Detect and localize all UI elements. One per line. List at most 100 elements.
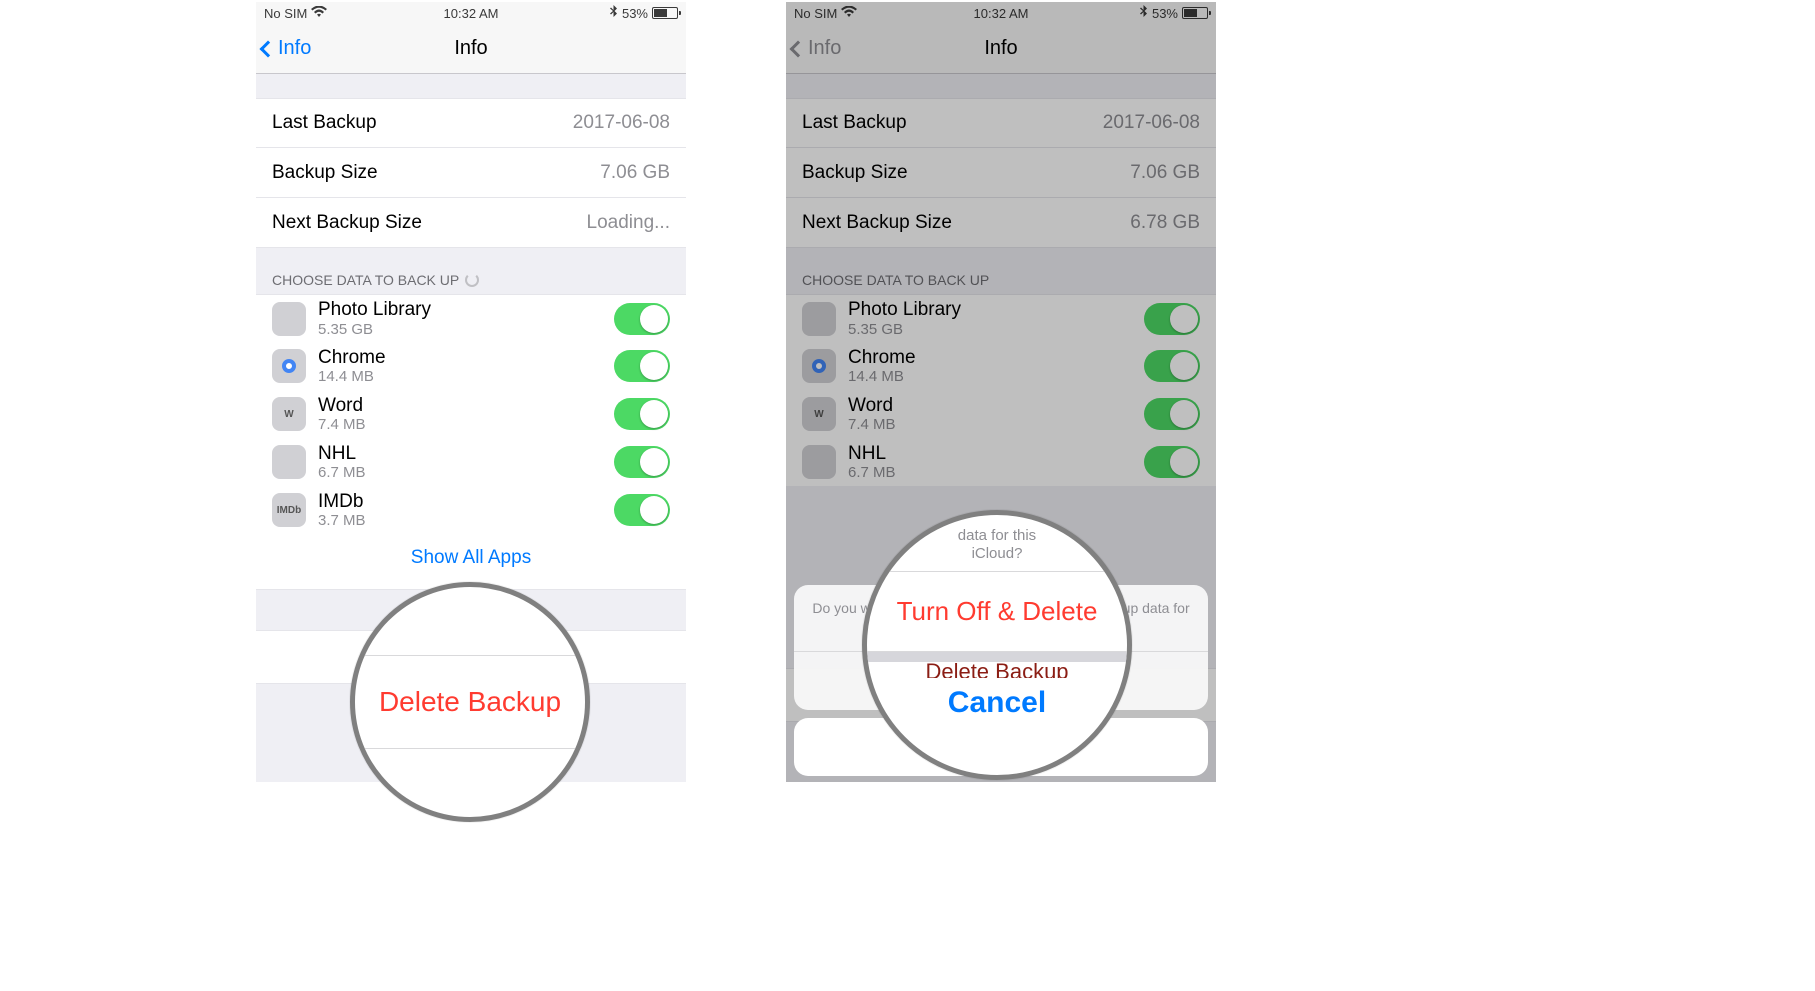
bluetooth-icon [1140, 5, 1148, 22]
app-size: 5.35 GB [318, 321, 614, 338]
page-title: Info [454, 37, 487, 60]
backup-size-row: Backup Size 7.06 GB [256, 148, 686, 198]
app-name: NHL [318, 443, 614, 465]
app-size: 14.4 MB [318, 368, 614, 385]
backup-toggle[interactable] [1144, 350, 1200, 382]
backup-toggle[interactable] [1144, 398, 1200, 430]
app-name: Chrome [318, 347, 614, 369]
app-size: 5.35 GB [848, 321, 1144, 338]
backup-size-row: Backup Size 7.06 GB [786, 148, 1216, 198]
loading-spinner-icon [465, 273, 479, 287]
magnified-msg-line2: iCloud? [972, 545, 1023, 562]
magnifier-delete-backup: Delete Backup [350, 582, 590, 822]
last-backup-value: 2017-06-08 [573, 112, 670, 134]
backup-info-group: Last Backup 2017-06-08 Backup Size 7.06 … [786, 98, 1216, 248]
backup-toggle[interactable] [614, 398, 670, 430]
app-name: IMDb [318, 491, 614, 513]
app-row: IMDbIMDb3.7 MB [256, 486, 686, 534]
app-row: NHL6.7 MB [786, 438, 1216, 486]
backup-toggle[interactable] [614, 303, 670, 335]
app-size: 3.7 MB [318, 512, 614, 529]
page-title: Info [984, 37, 1017, 60]
choose-data-group: CHOOSE DATA TO BACK UP Photo Library5.35… [786, 272, 1216, 486]
battery-icon [652, 7, 678, 19]
backup-toggle[interactable] [1144, 446, 1200, 478]
back-button[interactable]: Info [262, 24, 311, 73]
backup-size-value: 7.06 GB [600, 162, 670, 184]
backup-size-value: 7.06 GB [1130, 162, 1200, 184]
bluetooth-icon [610, 5, 618, 22]
next-backup-label: Next Backup Size [272, 212, 587, 234]
battery-pct: 53% [622, 6, 648, 21]
backup-size-label: Backup Size [272, 162, 600, 184]
magnified-msg-line1: data for this [958, 527, 1036, 544]
last-backup-value: 2017-06-08 [1103, 112, 1200, 134]
backup-info-group: Last Backup 2017-06-08 Backup Size 7.06 … [256, 98, 686, 248]
choose-data-header: CHOOSE DATA TO BACK UP [256, 272, 686, 294]
status-bar: No SIM 10:32 AM 53% [256, 2, 686, 24]
app-row: Chrome14.4 MB [256, 342, 686, 390]
magnified-delete-backup-label: Delete Backup [355, 666, 585, 738]
app-size: 7.4 MB [318, 416, 614, 433]
app-name: NHL [848, 443, 1144, 465]
next-backup-row: Next Backup Size Loading... [256, 198, 686, 248]
nav-bar: Info Info [256, 24, 686, 74]
app-name: Photo Library [848, 299, 1144, 321]
app-name: Word [318, 395, 614, 417]
app-size: 6.7 MB [318, 464, 614, 481]
app-icon: IMDb [272, 493, 306, 527]
backup-toggle[interactable] [614, 350, 670, 382]
app-row: W Word7.4 MB [256, 390, 686, 438]
choose-data-group: CHOOSE DATA TO BACK UP Photo Library5.35… [256, 272, 686, 590]
next-backup-value: 6.78 GB [1130, 212, 1200, 234]
wifi-icon [841, 6, 857, 21]
chevron-left-icon [790, 40, 807, 57]
app-icon: W [802, 397, 836, 431]
chevron-left-icon [260, 40, 277, 57]
app-size: 7.4 MB [848, 416, 1144, 433]
status-bar: No SIM 10:32 AM 53% [786, 2, 1216, 24]
app-icon [802, 302, 836, 336]
last-backup-row: Last Backup 2017-06-08 [256, 98, 686, 148]
app-icon [802, 445, 836, 479]
app-name: Word [848, 395, 1144, 417]
next-backup-row: Next Backup Size 6.78 GB [786, 198, 1216, 248]
app-icon [272, 349, 306, 383]
last-backup-row: Last Backup 2017-06-08 [786, 98, 1216, 148]
app-icon [272, 302, 306, 336]
back-label: Info [278, 37, 311, 60]
app-row: Chrome14.4 MB [786, 342, 1216, 390]
nav-bar: Info Info [786, 24, 1216, 74]
app-row: W Word7.4 MB [786, 390, 1216, 438]
app-name: Chrome [848, 347, 1144, 369]
carrier-text: No SIM [794, 6, 837, 21]
last-backup-label: Last Backup [802, 112, 1103, 134]
magnified-delete-backup-partial: Delete Backup [867, 662, 1127, 678]
back-label: Info [808, 37, 841, 60]
last-backup-label: Last Backup [272, 112, 573, 134]
next-backup-label: Next Backup Size [802, 212, 1130, 234]
app-icon [272, 445, 306, 479]
app-size: 6.7 MB [848, 464, 1144, 481]
backup-toggle[interactable] [614, 494, 670, 526]
backup-size-label: Backup Size [802, 162, 1130, 184]
next-backup-value: Loading... [587, 212, 670, 234]
status-time: 10:32 AM [974, 6, 1029, 21]
app-icon: W [272, 397, 306, 431]
carrier-text: No SIM [264, 6, 307, 21]
backup-toggle[interactable] [614, 446, 670, 478]
magnified-cancel-label: Cancel [867, 678, 1127, 728]
back-button[interactable]: Info [792, 24, 841, 73]
app-name: Photo Library [318, 299, 614, 321]
wifi-icon [311, 6, 327, 21]
backup-toggle[interactable] [1144, 303, 1200, 335]
magnifier-turn-off-delete: data for this iCloud? Turn Off & Delete … [862, 510, 1132, 780]
battery-pct: 53% [1152, 6, 1178, 21]
app-size: 14.4 MB [848, 368, 1144, 385]
app-row: Photo Library5.35 GB [786, 294, 1216, 342]
app-row: NHL6.7 MB [256, 438, 686, 486]
app-row: Photo Library5.35 GB [256, 294, 686, 342]
choose-data-header: CHOOSE DATA TO BACK UP [786, 272, 1216, 294]
magnified-turn-off-delete-label: Turn Off & Delete [867, 572, 1127, 651]
battery-icon [1182, 7, 1208, 19]
